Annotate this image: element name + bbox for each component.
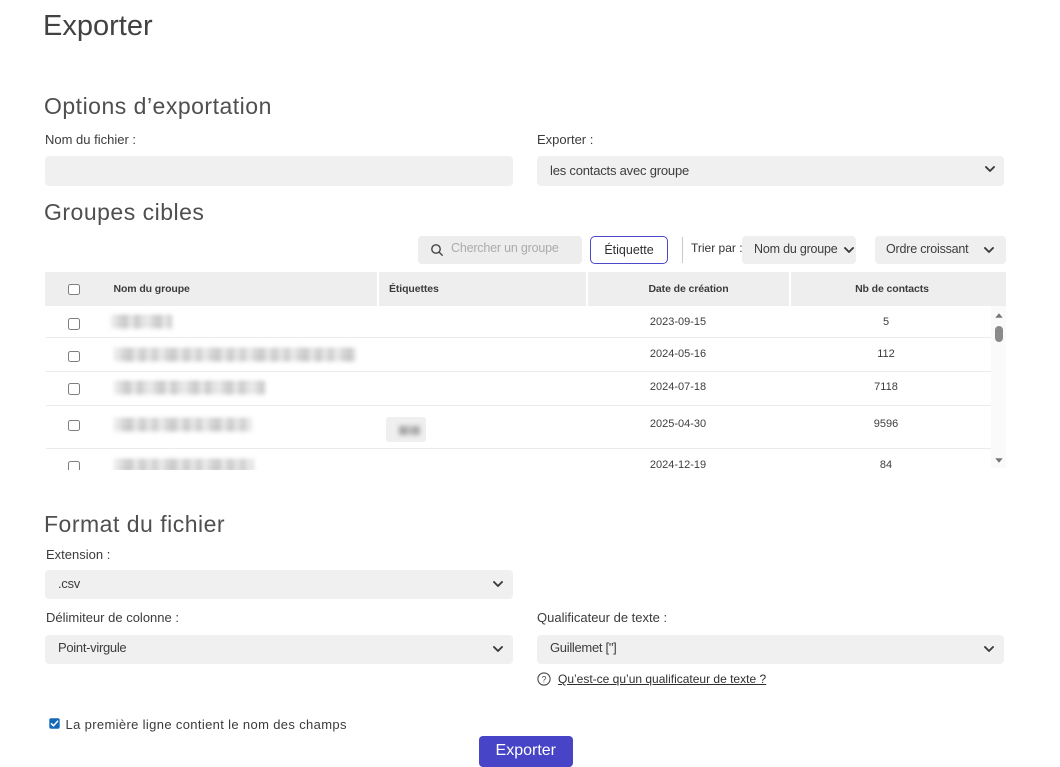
svg-text:?: ? <box>541 674 546 684</box>
